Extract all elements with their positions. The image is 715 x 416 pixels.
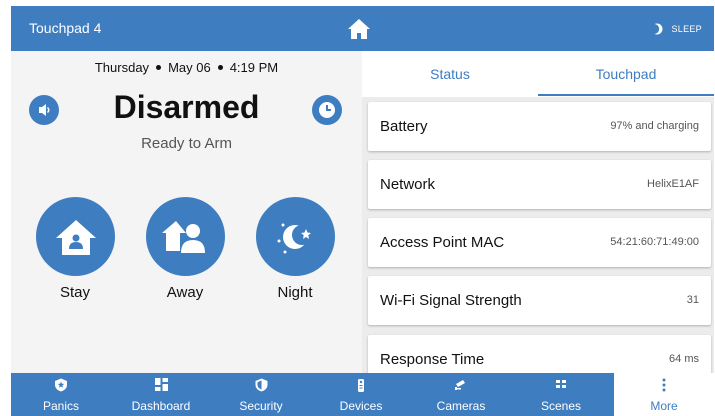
info-label: Wi-Fi Signal Strength [380, 292, 522, 309]
info-value: 64 ms [669, 353, 699, 365]
nav-label: Panics [42, 399, 80, 413]
nav-label: Devices [339, 399, 383, 413]
info-row-battery: Battery 97% and charging [368, 102, 711, 151]
arm-substatus: Ready to Arm [141, 135, 232, 152]
arm-status: Disarmed [113, 89, 260, 125]
separator-dot [156, 65, 162, 71]
away-label: Away [166, 284, 204, 301]
info-label: Access Point MAC [380, 234, 505, 251]
tab-status[interactable]: Status [362, 51, 538, 97]
nav-label: More [650, 399, 678, 413]
nav-dashboard[interactable]: Dashboard [111, 373, 211, 416]
sleep-button[interactable]: SLEEP [651, 6, 702, 51]
info-value: 54:21:60:71:49:00 [610, 236, 699, 248]
time-text: 4:19 PM [229, 60, 279, 75]
sleep-label: SLEEP [671, 23, 702, 34]
grid-icon [154, 378, 168, 391]
stay-button[interactable] [36, 197, 115, 276]
nav-label: Cameras [436, 399, 486, 413]
date-time: Thursday May 06 4:19 PM [11, 60, 362, 75]
night-label: Night [277, 284, 313, 301]
date-text: May 06 [168, 60, 211, 75]
clock-button[interactable] [312, 95, 342, 125]
info-label: Battery [380, 118, 428, 135]
home-icon[interactable] [347, 17, 371, 41]
nav-more[interactable]: More [614, 373, 714, 416]
stay-label: Stay [59, 284, 90, 301]
info-value: HelixE1AF [647, 178, 699, 190]
nav-cameras[interactable]: Cameras [411, 373, 511, 416]
separator-dot [217, 65, 223, 71]
info-row-access-point-mac: Access Point MAC 54:21:60:71:49:00 [368, 218, 711, 267]
info-label: Response Time [380, 351, 485, 368]
touchpad-info-panel: Status Touchpad Battery 97% and charging… [362, 51, 714, 373]
away-button[interactable] [146, 197, 225, 276]
nav-security[interactable]: Security [211, 373, 311, 416]
moon-icon [651, 23, 663, 34]
top-bar: Touchpad 4 SLEEP [11, 6, 714, 51]
active-tab-indicator [538, 94, 714, 96]
nav-devices[interactable]: Devices [311, 373, 411, 416]
info-row-wifi-signal: Wi-Fi Signal Strength 31 [368, 276, 711, 325]
info-value: 97% and charging [610, 120, 699, 132]
alarm-panel: Thursday May 06 4:19 PM Disarmed Ready to … [11, 51, 362, 373]
info-label: Network [380, 176, 436, 193]
info-row-response-time: Response Time 64 ms [368, 335, 711, 373]
tab-touchpad[interactable]: Touchpad [538, 51, 714, 97]
night-moon-icon [277, 223, 312, 253]
stay-house-icon [55, 219, 96, 255]
camera-icon [455, 380, 465, 390]
shield-star-icon [55, 378, 67, 392]
scenes-icon [556, 380, 566, 388]
nav-label: Security [239, 399, 283, 413]
nav-panics[interactable]: Panics [11, 373, 111, 416]
clock-icon [319, 102, 335, 118]
info-value: 31 [686, 294, 699, 306]
device-title: Touchpad 4 [29, 20, 102, 36]
away-people-icon [161, 220, 205, 253]
nav-label: Scenes [540, 399, 582, 413]
nav-scenes[interactable]: Scenes [511, 373, 611, 416]
info-row-network: Network HelixE1AF [368, 160, 711, 209]
day-text: Thursday [94, 60, 150, 75]
tab-bar: Status Touchpad [362, 51, 714, 97]
night-button[interactable] [256, 197, 335, 276]
remote-icon [358, 379, 364, 392]
bottom-nav: Panics Dashboard Security Devices Camera… [11, 373, 714, 416]
nav-label: Dashboard [131, 399, 191, 413]
more-icon [662, 378, 666, 392]
shield-icon [255, 378, 267, 392]
